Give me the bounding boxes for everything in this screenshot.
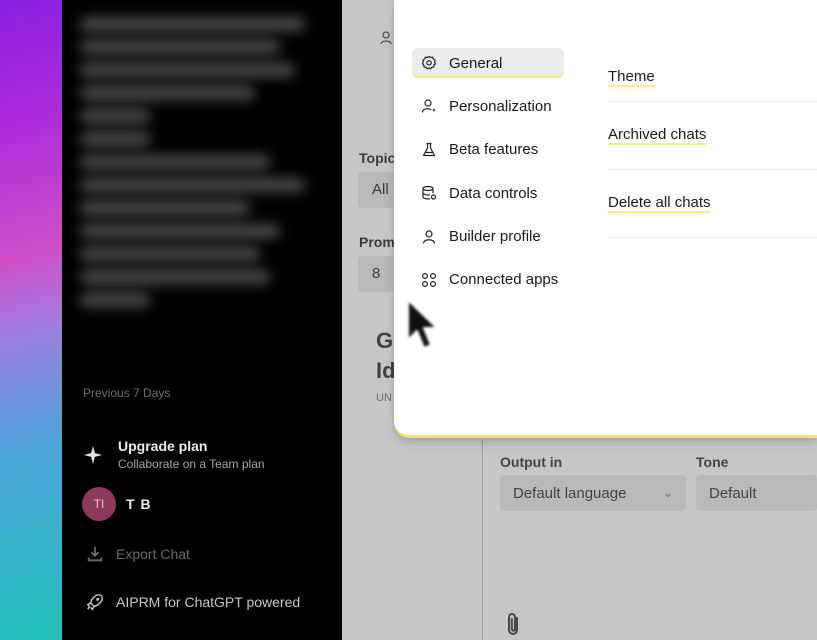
database-gear-icon	[422, 186, 437, 200]
user-menu-button[interactable]: TI T B	[82, 487, 152, 521]
history-section-label: Previous 7 Days	[83, 386, 171, 400]
setting-archived-chats[interactable]: Archived chats	[608, 102, 817, 170]
mouse-cursor	[407, 299, 438, 349]
settings-tab-beta-features[interactable]: Beta features	[412, 135, 564, 165]
chat-history-item[interactable]	[80, 155, 270, 169]
export-chat-label: Export Chat	[116, 546, 190, 562]
settings-tab-label: Builder profile	[449, 228, 541, 246]
upgrade-plan-button[interactable]: Upgrade plan Collaborate on a Team plan	[82, 438, 265, 471]
upgrade-plan-subtitle: Collaborate on a Team plan	[118, 457, 265, 471]
aiprm-label: AIPRM for ChatGPT powered	[116, 594, 301, 610]
settings-tab-builder-profile[interactable]: Builder profile	[412, 222, 564, 252]
rocket-icon	[86, 594, 103, 611]
setting-theme-label: Theme	[608, 68, 655, 87]
setting-theme[interactable]: Theme	[608, 48, 817, 102]
settings-tab-personalization[interactable]: Personalization	[412, 91, 564, 121]
flask-icon	[422, 142, 436, 156]
settings-tab-data-controls[interactable]: Data controls	[412, 178, 564, 208]
chat-history-list-blurred	[80, 8, 320, 316]
aiprm-link[interactable]: AIPRM for ChatGPT powered	[86, 593, 300, 611]
chat-history-item[interactable]	[80, 86, 255, 100]
setting-delete-all-chats-label: Delete all chats	[608, 194, 711, 213]
chat-history-item[interactable]	[80, 63, 295, 77]
setting-archived-chats-label: Archived chats	[608, 126, 707, 145]
export-chat-button[interactable]: Export Chat	[86, 545, 190, 563]
settings-nav: General Personalization Beta features Da…	[412, 48, 564, 308]
desktop-wallpaper	[0, 0, 62, 640]
chat-history-item[interactable]	[80, 178, 305, 192]
chat-history-item[interactable]	[80, 270, 270, 284]
upgrade-plan-title: Upgrade plan	[118, 438, 208, 454]
download-icon	[87, 546, 103, 562]
settings-tab-label: Connected apps	[449, 271, 559, 289]
setting-delete-all-chats[interactable]: Delete all chats	[608, 170, 817, 238]
settings-tab-label: Personalization	[449, 97, 552, 115]
chat-history-item[interactable]	[80, 247, 260, 261]
chat-history-item[interactable]	[80, 224, 280, 238]
chat-history-item[interactable]	[80, 132, 150, 146]
chat-history-item[interactable]	[80, 40, 280, 54]
settings-tab-label: General	[449, 54, 503, 72]
avatar: TI	[82, 487, 116, 521]
settings-tab-label: Beta features	[449, 141, 539, 159]
settings-tab-label: Data controls	[449, 184, 538, 202]
settings-tab-general[interactable]: General	[412, 48, 564, 78]
chat-history-item[interactable]	[80, 17, 305, 31]
apps-grid-icon	[421, 272, 437, 287]
chat-history-item[interactable]	[80, 109, 150, 123]
chat-history-item[interactable]	[80, 201, 250, 215]
person-sparkle-icon	[421, 99, 436, 114]
settings-tab-connected-apps[interactable]: Connected apps	[412, 265, 564, 295]
gear-icon	[421, 55, 437, 70]
person-icon	[422, 229, 436, 244]
sparkle-icon	[82, 444, 104, 466]
sidebar: Previous 7 Days Upgrade plan Collaborate…	[62, 0, 342, 640]
general-settings-list: Theme Archived chats Delete all chats	[608, 48, 817, 238]
user-name: T B	[126, 496, 152, 512]
chat-history-item[interactable]	[80, 293, 150, 307]
